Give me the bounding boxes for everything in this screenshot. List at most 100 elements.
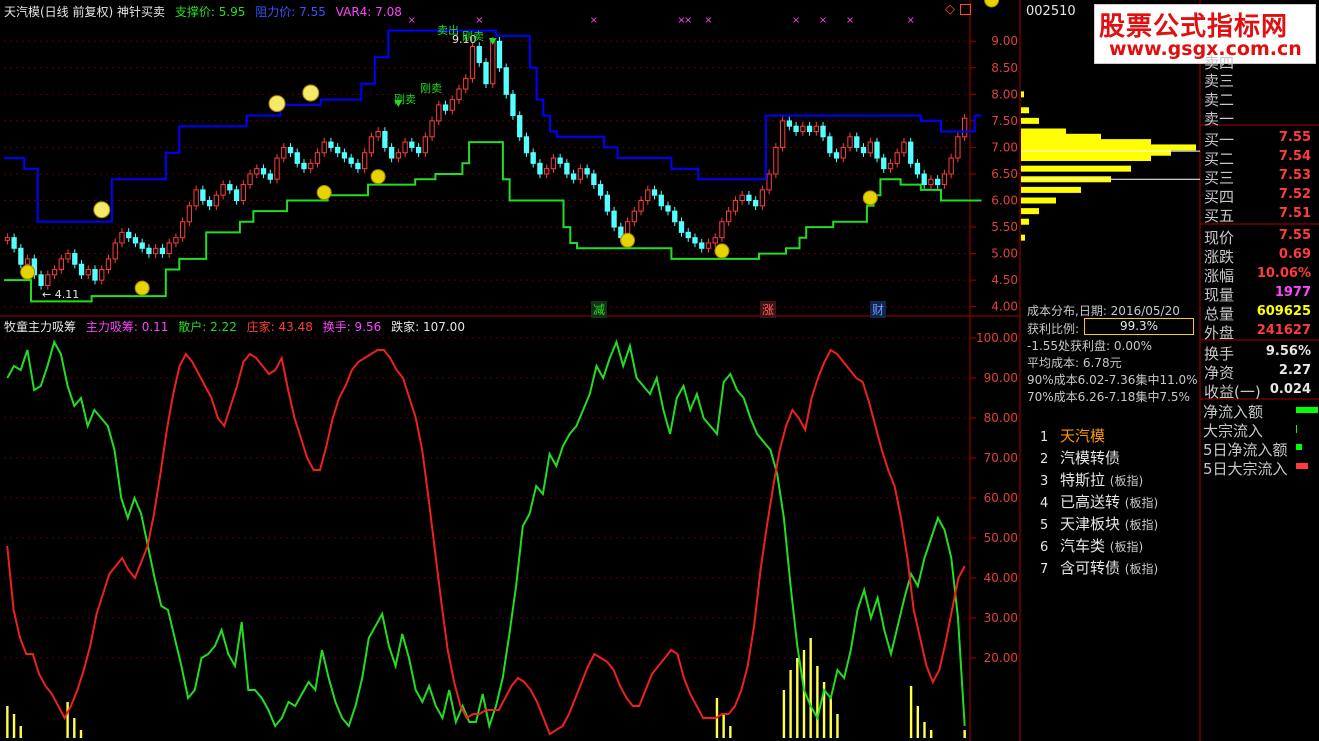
candle-body <box>699 242 705 249</box>
price-tick-label: 5.00 <box>991 247 1018 261</box>
accum-bar <box>729 726 732 738</box>
price-tick-label: 4.50 <box>991 273 1018 287</box>
smiley-icon <box>370 169 386 185</box>
price-tick-label: 6.00 <box>991 194 1018 208</box>
related-item-2[interactable]: 2 汽模转债 <box>1040 447 1120 468</box>
related-name-7: 含可转债 <box>1060 559 1121 577</box>
candle-body <box>914 162 921 175</box>
flow-label-1: 净流入额 <box>1203 403 1264 421</box>
flow-label-4: 5日大宗流入 <box>1203 460 1288 478</box>
candle-body <box>658 194 664 207</box>
buy-label-4: 买四 <box>1204 188 1235 206</box>
candle-body <box>577 168 584 180</box>
candle-body <box>99 269 105 281</box>
candle-body <box>854 136 860 148</box>
related-item-6[interactable]: 6 汽车类 (板指) <box>1040 535 1143 556</box>
candle-body <box>11 237 17 249</box>
cost-bar <box>1021 155 1151 162</box>
series-line <box>4 141 982 303</box>
smiley-icon <box>316 185 332 201</box>
related-item-4[interactable]: 4 已高送转 (板指) <box>1040 491 1158 512</box>
cost-bar <box>1021 186 1081 193</box>
price-tick-label: 7.50 <box>991 114 1018 128</box>
event-rise[interactable]: 涨 <box>760 301 777 318</box>
buy-row-3: 买三 7.53 <box>1203 167 1319 187</box>
candle-body <box>779 120 786 148</box>
accum-bar <box>816 666 819 738</box>
lower-tick-label: 40.00 <box>984 571 1018 585</box>
maximize-icon[interactable] <box>960 4 971 15</box>
main-value: 主力吸筹: 0.11 <box>85 320 169 334</box>
event-finance[interactable]: 财 <box>870 301 887 318</box>
price-tick-label: 4.00 <box>991 300 1018 314</box>
quote-value-outer: 241627 <box>1256 323 1311 338</box>
top-marker-icon: × <box>590 15 598 26</box>
candle-body <box>139 242 145 249</box>
accum-bar <box>722 714 725 738</box>
sell-label: 卖出 <box>437 24 459 37</box>
candle-body <box>422 136 428 154</box>
accum-bar <box>916 706 919 738</box>
candle-body <box>786 120 793 127</box>
sell-label-2: 卖二 <box>1204 91 1235 109</box>
buy-label-3: 买三 <box>1204 169 1235 187</box>
stock-code: 002510 <box>1026 4 1076 19</box>
cost-line-3: 90%成本6.02-7.36集中11.0% <box>1027 373 1198 387</box>
sell-label-1: 卖一 <box>1204 110 1235 128</box>
quote-label-volnow: 现量 <box>1204 286 1235 304</box>
cost-bar <box>1021 197 1056 204</box>
candle-body <box>510 93 516 117</box>
stat-label-turnover: 换手 <box>1204 345 1235 363</box>
candle-body <box>119 231 125 244</box>
candle-body <box>961 117 968 138</box>
event-reduce[interactable]: 减 <box>591 301 608 318</box>
related-item-7[interactable]: 7 含可转债 (板指) <box>1040 557 1158 578</box>
top-marker-icon: × <box>475 15 483 26</box>
lower-tick-label: 70.00 <box>984 451 1018 465</box>
related-idx-7: 7 <box>1040 562 1049 577</box>
quote-value-price: 7.55 <box>1278 228 1311 243</box>
cost-profit-label: 获利比例: <box>1027 322 1080 336</box>
candle-body <box>611 210 617 228</box>
candle-body <box>348 157 354 164</box>
smiley-icon <box>620 232 636 248</box>
related-item-3[interactable]: 3 特斯拉 (板指) <box>1040 469 1143 490</box>
related-sub-3: (板指) <box>1109 474 1144 488</box>
candle-body <box>51 269 58 276</box>
cost-bar <box>1021 128 1066 135</box>
candle-body <box>955 136 961 159</box>
diamond-icon[interactable]: ◇ <box>945 2 955 17</box>
candle-body <box>719 221 725 239</box>
candle-body <box>901 141 907 154</box>
quote-row-outer: 外盘 241627 <box>1203 322 1319 342</box>
related-idx-5: 5 <box>1040 518 1049 533</box>
candle-body <box>92 269 98 281</box>
buy-row-4: 买四 7.52 <box>1203 186 1319 206</box>
related-sub-5: (板指) <box>1124 518 1159 532</box>
candle-body <box>793 125 799 132</box>
related-item-1[interactable]: 1 天汽模 <box>1040 425 1105 446</box>
buy-row-2: 买二 7.54 <box>1203 148 1319 168</box>
quote-value-pct: 10.06% <box>1256 266 1311 281</box>
lower-tick-label: 50.00 <box>984 531 1018 545</box>
candle-body <box>105 258 112 271</box>
cost-bar <box>1021 117 1039 124</box>
candle-body <box>752 200 759 207</box>
accum-bar <box>963 730 966 738</box>
candle-body <box>220 184 226 196</box>
candle-body <box>186 205 193 223</box>
lower-header: 牧童主力吸筹 主力吸筹: 0.11 散户: 2.22 庄家: 43.48 换手:… <box>4 318 465 335</box>
candle-body <box>503 67 509 95</box>
candle-body <box>739 194 745 202</box>
accum-bar <box>909 686 913 738</box>
candle-body <box>65 253 71 260</box>
candle-body <box>409 141 415 148</box>
stat-row-turnover: 换手 9.56% <box>1203 343 1319 363</box>
candle-body <box>766 173 772 191</box>
smiley-icon <box>20 264 36 280</box>
candle-body <box>638 200 644 212</box>
related-item-5[interactable]: 5 天津板块 (板指) <box>1040 513 1158 534</box>
top-header: 天汽模(日线 前复权) 神针买卖 支撑价: 5.95 阻力价: 7.55 VAR… <box>4 3 402 20</box>
smiley-icon <box>302 84 320 102</box>
top-marker-icon: × <box>846 15 854 26</box>
